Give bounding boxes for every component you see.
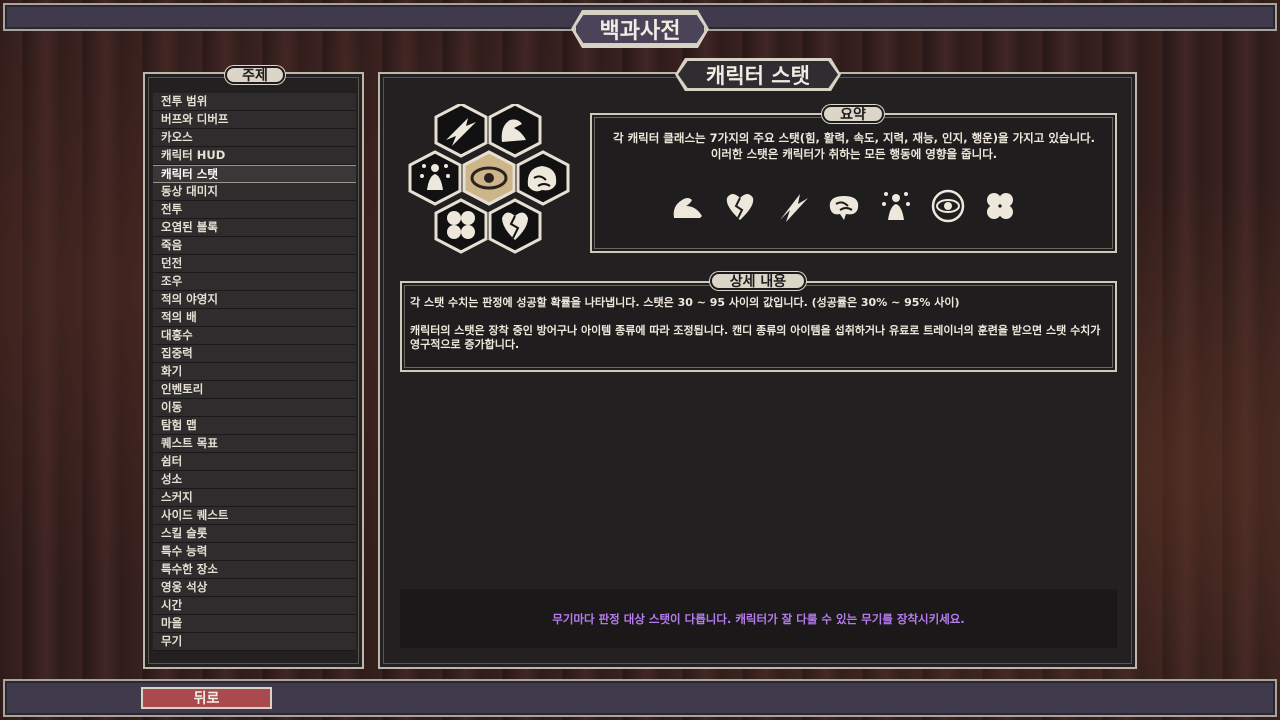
back-button[interactable]: 뒤로 xyxy=(141,687,272,709)
topic-list: 전투 범위 버프와 디버프 카오스 캐릭터 HUD 캐릭터 스탯 동상 대미지 전투 오염된 … xyxy=(153,93,356,651)
window-title: 백과사전 xyxy=(574,13,706,45)
topic-item[interactable]: 마을 xyxy=(153,615,356,633)
topic-item[interactable]: 스커지 xyxy=(153,489,356,507)
topic-item[interactable]: 던전 xyxy=(153,255,356,273)
topic-item[interactable]: 스킬 슬롯 xyxy=(153,525,356,543)
details-paragraph-1: 각 스탯 수치는 판정에 성공할 확률을 나타냅니다. 스탯은 30 ~ 95 … xyxy=(410,296,960,309)
details-text: 각 스탯 수치는 판정에 성공할 확률을 나타냅니다. 스탯은 30 ~ 95 … xyxy=(410,296,1110,366)
topic-item[interactable]: 사이드 퀘스트 xyxy=(153,507,356,525)
intellect-icon xyxy=(829,196,859,220)
summary-header: 요약 xyxy=(822,105,884,123)
details-header: 상세 내용 xyxy=(710,272,806,290)
strength-icon xyxy=(673,198,702,218)
topic-item[interactable]: 대홍수 xyxy=(153,327,356,345)
summary-line-1: 각 캐릭터 클래스는 7가지의 주요 스탯(힘, 활력, 속도, 지력, 재능,… xyxy=(612,131,1096,145)
topic-item[interactable]: 캐릭터 HUD xyxy=(153,147,356,165)
luck-icon xyxy=(987,193,1013,219)
topic-item[interactable]: 조우 xyxy=(153,273,356,291)
topic-item[interactable]: 시간 xyxy=(153,597,356,615)
topic-item[interactable]: 전투 xyxy=(153,201,356,219)
perception-icon xyxy=(931,189,965,223)
topic-item[interactable]: 탐험 맵 xyxy=(153,417,356,435)
speed-icon xyxy=(780,194,808,222)
topic-item[interactable]: 버프와 디버프 xyxy=(153,111,356,129)
talent-icon xyxy=(882,192,910,220)
stat-hex-cluster xyxy=(406,102,571,256)
topic-item[interactable]: 적의 배 xyxy=(153,309,356,327)
topic-item[interactable]: 특수 능력 xyxy=(153,543,356,561)
article-title: 캐릭터 스탯 xyxy=(678,61,838,88)
topic-item[interactable]: 오염된 블록 xyxy=(153,219,356,237)
summary-text: 각 캐릭터 클래스는 7가지의 주요 스탯(힘, 활력, 속도, 지력, 재능,… xyxy=(600,130,1108,162)
stat-hex-graphic xyxy=(408,102,570,254)
topic-item[interactable]: 쉼터 xyxy=(153,453,356,471)
topic-item[interactable]: 영웅 석상 xyxy=(153,579,356,597)
vitality-icon xyxy=(726,194,754,220)
topic-item[interactable]: 전투 범위 xyxy=(153,93,356,111)
topic-item[interactable]: 특수한 장소 xyxy=(153,561,356,579)
tip-text: 무기마다 판정 대상 스탯이 다릅니다. 캐릭터가 잘 다룰 수 있는 무기를 … xyxy=(552,611,965,626)
topic-item[interactable]: 성소 xyxy=(153,471,356,489)
details-paragraph-2: 캐릭터의 스탯은 장착 중인 방어구나 아이템 종류에 따라 조정됩니다. 캔디… xyxy=(410,324,1101,351)
topic-item[interactable]: 이동 xyxy=(153,399,356,417)
topic-item[interactable]: 인벤토리 xyxy=(153,381,356,399)
topics-header: 주제 xyxy=(225,66,285,84)
summary-line-2: 이러한 스탯은 캐릭터가 취하는 모든 행동에 영향을 줍니다. xyxy=(710,147,998,161)
topic-item[interactable]: 퀘스트 목표 xyxy=(153,435,356,453)
topic-item[interactable]: 동상 대미지 xyxy=(153,183,356,201)
stat-icon-row xyxy=(670,188,1030,226)
topic-item[interactable]: 집중력 xyxy=(153,345,356,363)
topic-item[interactable]: 죽음 xyxy=(153,237,356,255)
topic-item[interactable]: 무기 xyxy=(153,633,356,651)
topic-item[interactable]: 카오스 xyxy=(153,129,356,147)
topic-item[interactable]: 화기 xyxy=(153,363,356,381)
topic-item[interactable]: 캐릭터 스탯 xyxy=(153,165,356,183)
tip-box: 무기마다 판정 대상 스탯이 다릅니다. 캐릭터가 잘 다룰 수 있는 무기를 … xyxy=(400,589,1117,648)
topic-item[interactable]: 적의 야영지 xyxy=(153,291,356,309)
